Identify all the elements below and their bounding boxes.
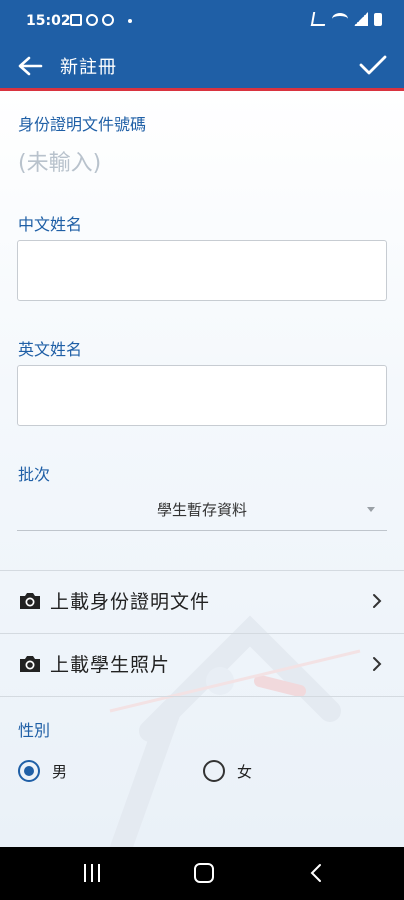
camera-icon <box>20 593 40 609</box>
battery-icon <box>374 12 382 26</box>
chinese-name-input[interactable] <box>17 240 387 301</box>
signal-icon <box>354 12 368 26</box>
chevron-right-icon <box>373 594 382 608</box>
id-number-value[interactable]: (未輸入) <box>18 145 101 177</box>
radio-checked-icon <box>18 760 40 782</box>
upload-student-photo-label: 上載學生照片 <box>50 654 171 676</box>
chinese-name-label: 中文姓名 <box>18 215 83 234</box>
status-time: 15:02 <box>26 13 71 29</box>
batch-selected-value: 學生暫存資料 <box>156 501 247 519</box>
dropdown-caret-icon <box>367 507 375 512</box>
batch-select[interactable]: 學生暫存資料 <box>17 489 387 531</box>
home-button[interactable] <box>194 863 214 883</box>
radio-unchecked-icon <box>203 760 225 782</box>
dnd-icon <box>86 14 98 26</box>
divider <box>0 696 404 697</box>
more-notifications-dot <box>128 19 132 23</box>
image-icon <box>70 14 82 26</box>
upload-student-photo-row[interactable]: 上載學生照片 <box>0 634 404 696</box>
chevron-right-icon <box>373 657 382 671</box>
page-title: 新註冊 <box>60 57 117 78</box>
id-number-label: 身份證明文件號碼 <box>18 115 147 134</box>
upload-id-document-label: 上載身份證明文件 <box>50 591 211 613</box>
registration-form: 身份證明文件號碼 (未輸入) 中文姓名 英文姓名 批次 學生暫存資料 上載身份證… <box>0 91 404 847</box>
back-button[interactable] <box>14 50 46 82</box>
gender-option-female[interactable]: 女 <box>203 753 252 789</box>
status-bar: 15:02 <box>0 0 404 44</box>
batch-label: 批次 <box>18 465 51 484</box>
english-name-label: 英文姓名 <box>18 340 83 359</box>
mute-icon <box>310 12 328 26</box>
data-saver-icon <box>102 14 114 26</box>
check-icon <box>359 55 387 75</box>
camera-icon <box>20 656 40 672</box>
nav-back-button[interactable] <box>309 863 323 883</box>
watermark-logo <box>109 615 361 847</box>
gender-option-label: 男 <box>52 762 68 781</box>
system-nav-bar <box>0 847 404 900</box>
back-arrow-icon <box>18 56 43 76</box>
confirm-button[interactable] <box>356 48 390 82</box>
gender-option-male[interactable]: 男 <box>18 753 67 789</box>
upload-id-document-row[interactable]: 上載身份證明文件 <box>0 571 404 633</box>
gender-label: 性別 <box>18 721 51 740</box>
gender-option-label: 女 <box>237 762 253 781</box>
recent-apps-button[interactable] <box>82 864 102 882</box>
notification-icons <box>70 14 114 26</box>
english-name-input[interactable] <box>17 365 387 426</box>
wifi-icon <box>332 13 348 25</box>
app-bar: 新註冊 <box>0 44 404 91</box>
partially-hidden-label <box>18 839 23 847</box>
system-icons <box>310 12 382 26</box>
